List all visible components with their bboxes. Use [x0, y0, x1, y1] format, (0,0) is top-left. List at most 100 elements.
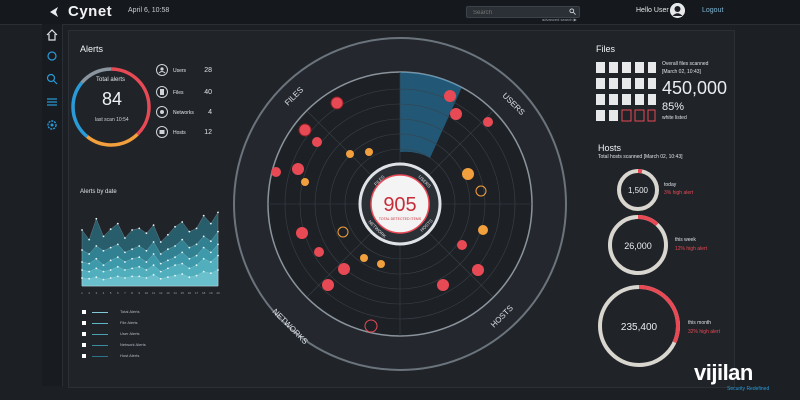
data-point[interactable] [152, 264, 155, 267]
legend-checkbox[interactable] [82, 332, 86, 336]
data-point[interactable] [88, 238, 91, 241]
data-point[interactable] [181, 273, 184, 275]
data-point[interactable] [124, 237, 126, 239]
data-point[interactable] [217, 269, 219, 271]
data-point[interactable] [202, 214, 205, 217]
hosts-month-ring[interactable]: 235,400 [596, 283, 682, 369]
data-point[interactable] [131, 267, 134, 270]
data-point[interactable] [124, 269, 126, 271]
logout-link[interactable]: Logout [702, 7, 723, 14]
data-point[interactable] [131, 275, 134, 278]
data-point[interactable] [81, 269, 83, 271]
data-point[interactable] [159, 241, 162, 243]
data-point[interactable] [188, 267, 191, 270]
data-point[interactable] [81, 229, 83, 231]
data-point[interactable] [145, 261, 148, 263]
data-point[interactable] [138, 227, 141, 230]
data-point[interactable] [166, 248, 169, 251]
data-point[interactable] [145, 249, 148, 252]
data-point[interactable] [195, 227, 198, 230]
alert-count-users[interactable]: Users 28 [156, 64, 212, 78]
data-point[interactable] [181, 238, 184, 241]
data-point[interactable] [81, 249, 83, 251]
list-nav-icon[interactable] [45, 95, 59, 109]
search-nav-icon[interactable] [45, 72, 59, 86]
legend-network-alerts[interactable]: Network Alerts [82, 342, 172, 350]
data-point[interactable] [159, 270, 162, 273]
data-point[interactable] [102, 270, 105, 273]
data-point[interactable] [138, 256, 141, 259]
data-point[interactable] [188, 246, 191, 249]
data-point[interactable] [217, 230, 219, 233]
hosts-today-ring[interactable]: 1,500 [616, 168, 660, 212]
data-point[interactable] [88, 277, 91, 280]
data-point[interactable] [138, 275, 141, 278]
data-point[interactable] [166, 259, 169, 262]
data-point[interactable] [152, 224, 155, 227]
data-point[interactable] [81, 261, 83, 263]
data-point[interactable] [109, 246, 112, 249]
hosts-week-ring[interactable]: 26,000 [607, 214, 669, 276]
data-point[interactable] [109, 259, 112, 262]
data-point[interactable] [131, 257, 134, 260]
settings-nav-icon[interactable] [45, 118, 59, 132]
data-point[interactable] [138, 245, 141, 247]
data-point[interactable] [181, 251, 184, 254]
data-point[interactable] [124, 277, 126, 279]
data-point[interactable] [88, 253, 91, 255]
advanced-search-link[interactable]: advanced search ▶ [542, 17, 577, 22]
data-point[interactable] [181, 262, 184, 265]
data-point[interactable] [159, 277, 162, 280]
data-point[interactable] [116, 222, 119, 225]
data-point[interactable] [174, 245, 176, 247]
search-icon[interactable] [569, 8, 576, 15]
data-point[interactable] [188, 257, 191, 260]
data-point[interactable] [102, 235, 105, 238]
threat-radar[interactable]: FILES USERS NETWORKS HOSTS 905 TOTAL DET… [230, 34, 570, 374]
data-point[interactable] [124, 251, 126, 254]
data-point[interactable] [159, 262, 162, 265]
data-point[interactable] [195, 274, 198, 277]
data-point[interactable] [188, 276, 191, 279]
data-point[interactable] [116, 275, 119, 278]
data-point[interactable] [202, 246, 205, 249]
data-point[interactable] [188, 230, 191, 233]
data-point[interactable] [138, 265, 141, 268]
legend-checkbox[interactable] [82, 310, 86, 314]
data-point[interactable] [109, 228, 112, 231]
data-point[interactable] [88, 262, 91, 265]
data-point[interactable] [209, 222, 212, 225]
data-point[interactable] [174, 274, 176, 277]
data-point[interactable] [195, 243, 198, 246]
legend-file-alerts[interactable]: File Alerts [82, 320, 172, 328]
data-point[interactable] [159, 253, 162, 255]
data-point[interactable] [109, 269, 112, 271]
avatar[interactable] [670, 3, 685, 18]
data-point[interactable] [131, 229, 134, 231]
data-point[interactable] [95, 257, 98, 260]
data-point[interactable] [202, 270, 205, 273]
legend-total-alerts[interactable]: Total Alerts [82, 309, 172, 317]
data-point[interactable] [166, 276, 169, 279]
data-point[interactable] [209, 261, 212, 263]
alerts-by-date-chart[interactable]: 1 2 3 4 5 6 7 8 9 10 11 12 13 14 15 16 17 18 19 20 [72, 200, 222, 300]
data-point[interactable] [116, 256, 119, 259]
data-point[interactable] [102, 264, 105, 267]
data-point[interactable] [152, 253, 155, 255]
legend-checkbox[interactable] [82, 343, 86, 347]
data-point[interactable] [95, 267, 98, 270]
data-point[interactable] [131, 248, 134, 251]
data-point[interactable] [109, 277, 112, 279]
data-point[interactable] [145, 277, 148, 279]
data-point[interactable] [145, 232, 148, 235]
data-point[interactable] [116, 243, 119, 246]
legend-checkbox[interactable] [82, 354, 86, 358]
home-icon[interactable] [45, 28, 59, 42]
legend-checkbox[interactable] [82, 321, 86, 325]
data-point[interactable] [209, 251, 212, 254]
data-point[interactable] [217, 211, 219, 214]
data-point[interactable] [195, 264, 198, 267]
data-point[interactable] [174, 264, 176, 267]
data-point[interactable] [166, 233, 169, 236]
data-point[interactable] [209, 272, 212, 275]
